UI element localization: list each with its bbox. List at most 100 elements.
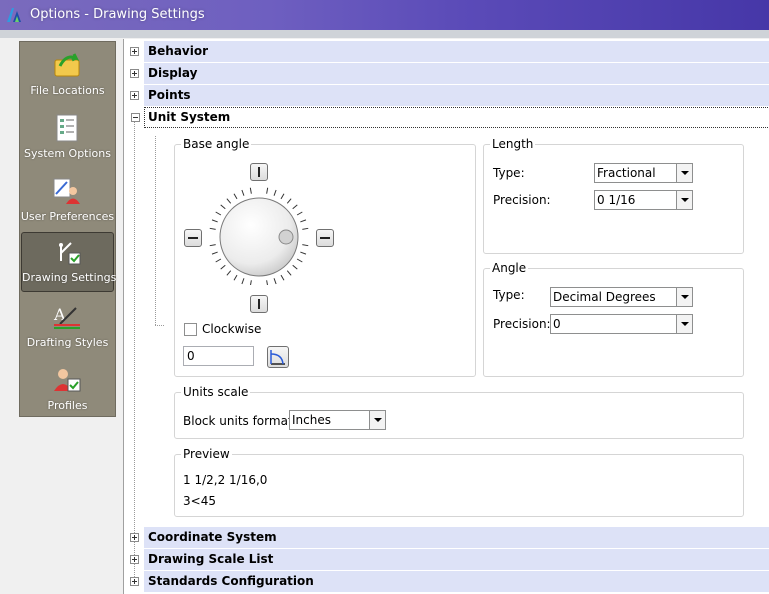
length-precision-select[interactable]: 0 1/16 [594, 190, 693, 210]
angle-precision-select[interactable]: 0 [550, 314, 693, 334]
angle-270-button[interactable] [250, 295, 268, 313]
selected-value: Inches [292, 413, 331, 427]
chevron-down-icon[interactable] [369, 411, 385, 429]
preview-label: Preview [181, 447, 232, 461]
settings-panel: Behavior Display Points Unit System Base… [123, 39, 769, 594]
nav-item-drafting-styles[interactable]: A Drafting Styles [20, 298, 115, 358]
chevron-down-icon[interactable] [676, 288, 692, 306]
dial-tick [249, 187, 252, 194]
nav-label: Drawing Settings [22, 271, 117, 284]
nav-item-system-options[interactable]: System Options [20, 109, 115, 169]
user-pencil-icon [53, 178, 80, 204]
dial-tick [226, 198, 232, 204]
section-display[interactable]: Display [130, 63, 769, 84]
angle-type-label: Type: [493, 288, 525, 302]
window-title: Options - Drawing Settings [30, 7, 205, 22]
angle-90-button[interactable] [250, 163, 268, 181]
chevron-down-icon[interactable] [676, 164, 692, 182]
angle-pick-icon [270, 350, 285, 365]
angle-precision-label: Precision: [493, 317, 551, 331]
clockwise-checkbox[interactable] [184, 323, 197, 336]
dial-tick [226, 270, 232, 276]
dial-tick [266, 280, 268, 285]
section-unit-system[interactable]: Unit System [131, 107, 769, 128]
angle-0-button[interactable] [316, 229, 334, 247]
tree-line [155, 136, 157, 325]
dial-tick [209, 227, 216, 230]
dial-tick [286, 198, 292, 204]
nav-label: Drafting Styles [26, 336, 109, 349]
chevron-down-icon[interactable] [676, 315, 692, 333]
expand-icon[interactable] [130, 47, 139, 56]
dial-tick [211, 251, 218, 255]
nav-item-user-preferences[interactable]: User Preferences [20, 172, 115, 232]
pick-angle-button[interactable] [267, 346, 289, 368]
dial-tick [300, 219, 307, 223]
length-type-select[interactable]: Fractional [594, 163, 693, 183]
section-points[interactable]: Points [130, 85, 769, 106]
expand-icon[interactable] [130, 69, 139, 78]
nav-label: Profiles [47, 399, 88, 412]
nav-item-file-locations[interactable]: File Locations [20, 46, 115, 106]
dial-tick [220, 264, 226, 270]
dial-tick [215, 258, 222, 263]
angle-label: Angle [490, 261, 529, 275]
expand-icon[interactable] [130, 555, 139, 564]
expand-icon[interactable] [130, 91, 139, 100]
section-title: Drawing Scale List [148, 552, 274, 566]
options-nav: File Locations System Options User Prefe… [19, 41, 116, 417]
dial-handle-icon[interactable] [278, 229, 294, 245]
selected-value: 0 [553, 317, 561, 331]
units-scale-label: Units scale [181, 385, 251, 399]
expand-icon[interactable] [130, 577, 139, 586]
block-units-select[interactable]: Inches [289, 410, 386, 430]
profiles-icon [54, 369, 81, 392]
dial-tick [266, 187, 269, 194]
dial-tick [302, 244, 309, 247]
nav-item-drawing-settings[interactable]: Drawing Settings [21, 232, 117, 292]
dial-tick [233, 193, 238, 200]
dial-tick [280, 193, 285, 200]
section-title: Display [148, 66, 198, 80]
section-title: Standards Configuration [148, 574, 314, 588]
dial-tick [286, 270, 292, 276]
dial-tick [215, 211, 222, 216]
section-title: Behavior [148, 44, 209, 58]
dial-tick [220, 204, 226, 210]
section-coordinate-system[interactable]: Coordinate System [130, 527, 769, 548]
dial-tick [233, 274, 238, 281]
chevron-down-icon[interactable] [676, 191, 692, 209]
tree-line [134, 121, 135, 581]
base-angle-input[interactable]: 0 [183, 346, 254, 366]
checklist-icon [56, 114, 78, 142]
length-precision-label: Precision: [493, 193, 551, 207]
app-icon [7, 8, 21, 22]
clockwise-label: Clockwise [202, 322, 262, 336]
section-behavior[interactable]: Behavior [130, 41, 769, 62]
dial-tick [292, 264, 298, 270]
dial-tick [250, 280, 252, 285]
angle-180-button[interactable] [184, 229, 202, 247]
dial-tick [296, 258, 303, 263]
nav-item-profiles[interactable]: Profiles [20, 361, 115, 421]
section-drawing-scale-list[interactable]: Drawing Scale List [130, 549, 769, 570]
base-angle-label: Base angle [181, 137, 252, 151]
folder-arrow-icon [54, 53, 80, 77]
nav-label: User Preferences [20, 210, 115, 223]
length-label: Length [490, 137, 536, 151]
section-standards-configuration[interactable]: Standards Configuration [130, 571, 769, 592]
section-title: Points [148, 88, 191, 102]
nav-label: System Options [24, 147, 111, 160]
dial-tick [302, 227, 309, 230]
base-angle-dial[interactable] [204, 175, 314, 285]
window-frame [0, 30, 769, 38]
section-title: Coordinate System [148, 530, 277, 544]
expand-icon[interactable] [130, 533, 139, 542]
angle-type-select[interactable]: Decimal Degrees [550, 287, 693, 307]
drafting-styles-icon: A [53, 305, 80, 329]
length-type-label: Type: [493, 166, 525, 180]
collapse-icon[interactable] [131, 113, 140, 122]
dial-tick [300, 251, 307, 255]
dial-tick [273, 189, 277, 196]
title-bar: Options - Drawing Settings [0, 0, 769, 30]
